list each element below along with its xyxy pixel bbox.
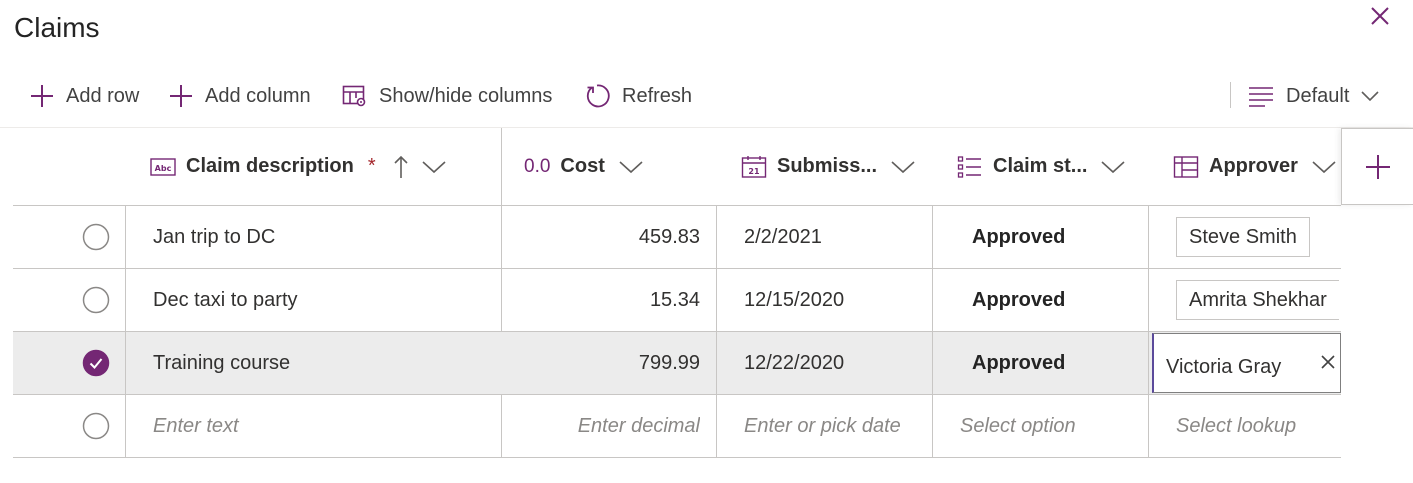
table-row[interactable]: Jan trip to DC 459.83 2/2/2021 Approved … — [13, 206, 1341, 268]
row-divider — [13, 457, 1341, 458]
approver-lookup-tag: Victoria Gray — [1166, 355, 1282, 378]
cost-cell[interactable]: 15.34 — [502, 269, 700, 331]
approver-lookup-input[interactable]: Victoria Gray — [1152, 333, 1341, 393]
add-row-label: Add row — [66, 84, 140, 107]
column-header-approver[interactable]: Approver — [1173, 128, 1336, 205]
column-label: Cost — [560, 155, 605, 177]
show-hide-columns-button[interactable]: Show/hide columns — [342, 80, 552, 112]
status-select[interactable]: Select option — [960, 395, 1160, 457]
description-cell[interactable]: Dec taxi to party — [153, 269, 493, 331]
chevron-down-icon[interactable] — [1101, 160, 1126, 174]
date-input[interactable]: Enter or pick date — [744, 395, 944, 457]
required-indicator: * — [367, 155, 376, 177]
submission-date-cell[interactable]: 12/22/2020 — [744, 332, 934, 394]
column-header-cost[interactable]: 0.0 Cost — [524, 128, 643, 205]
approver-lookup-tag[interactable]: Steve Smith — [1176, 217, 1310, 257]
column-header-submission-date[interactable]: 21 Submiss... — [741, 128, 915, 205]
description-cell[interactable]: Training course — [153, 332, 493, 394]
add-column-button[interactable]: Add column — [169, 80, 311, 112]
chevron-down-icon[interactable] — [422, 160, 446, 174]
status-cell[interactable]: Approved — [972, 269, 1162, 331]
row-select-radio[interactable] — [82, 223, 110, 251]
add-row-button[interactable]: Add row — [30, 80, 139, 112]
status-cell[interactable]: Approved — [972, 206, 1162, 268]
add-column-label: Add column — [205, 84, 311, 107]
column-divider — [716, 206, 717, 457]
plus-icon — [1365, 154, 1390, 179]
cost-cell[interactable]: 799.99 — [502, 332, 700, 394]
new-row[interactable]: Enter text Enter decimal Enter or pick d… — [13, 395, 1341, 457]
plus-icon — [31, 85, 53, 107]
cost-cell[interactable]: 459.83 — [502, 206, 700, 268]
table-row[interactable]: Dec taxi to party 15.34 12/15/2020 Appro… — [13, 269, 1341, 331]
chevron-down-icon[interactable] — [1312, 160, 1336, 174]
table-settings-icon — [342, 85, 366, 107]
approver-cell-editing[interactable]: Victoria Gray — [1152, 332, 1341, 394]
chevron-down-icon — [1361, 91, 1379, 102]
status-cell[interactable]: Approved — [972, 332, 1162, 394]
sort-ascending-icon[interactable] — [394, 155, 408, 179]
lookup-icon — [1173, 155, 1199, 178]
command-bar: Add row Add column Show/hide columns Ref… — [0, 70, 1413, 128]
column-divider — [125, 206, 126, 457]
description-cell[interactable]: Jan trip to DC — [153, 206, 493, 268]
approver-cell[interactable]: Steve Smith — [1176, 206, 1341, 268]
text-field-icon: Abc — [150, 157, 176, 176]
chevron-down-icon[interactable] — [619, 160, 643, 174]
cost-input[interactable]: Enter decimal — [502, 395, 700, 457]
submission-date-cell[interactable]: 12/15/2020 — [744, 269, 934, 331]
calendar-day-text: 21 — [748, 167, 760, 176]
column-divider — [932, 206, 933, 457]
choice-list-icon — [957, 155, 981, 178]
approver-lookup-select[interactable]: Select lookup — [1176, 395, 1341, 457]
approver-cell[interactable]: Amrita Shekhar — [1176, 269, 1341, 331]
claims-grid: Abc Claim description * 0.0 Cost 21 Subm… — [0, 128, 1413, 483]
description-input[interactable]: Enter text — [153, 395, 493, 457]
plus-icon — [170, 85, 192, 107]
view-selector[interactable]: Default — [1248, 80, 1379, 112]
column-header-claim-status[interactable]: Claim st... — [957, 128, 1126, 205]
lines-icon — [1249, 87, 1273, 107]
row-select-radio[interactable] — [82, 412, 110, 440]
column-divider — [1148, 206, 1149, 457]
submission-date-cell[interactable]: 2/2/2021 — [744, 206, 934, 268]
row-selected-check-icon[interactable] — [82, 349, 110, 377]
column-label: Submiss... — [777, 155, 878, 177]
column-label: Approver — [1209, 155, 1298, 177]
column-header-claim-description[interactable]: Abc Claim description * — [150, 128, 446, 205]
row-select-radio[interactable] — [82, 286, 110, 314]
chevron-down-icon[interactable] — [891, 160, 915, 174]
approver-lookup-tag[interactable]: Amrita Shekhar — [1176, 280, 1339, 320]
view-label: Default — [1286, 84, 1350, 107]
close-icon[interactable] — [1366, 2, 1394, 30]
svg-text:Abc: Abc — [155, 164, 172, 173]
decimal-icon: 0.0 — [524, 155, 551, 177]
remove-tag-icon[interactable] — [1320, 354, 1336, 370]
refresh-button[interactable]: Refresh — [584, 80, 692, 112]
toolbar-divider — [1230, 82, 1231, 108]
panel-title: Claims — [14, 12, 100, 43]
table-row-selected[interactable]: Training course 799.99 12/22/2020 Approv… — [13, 332, 1341, 394]
calendar-icon: 21 — [741, 155, 767, 178]
refresh-label: Refresh — [622, 84, 693, 107]
add-column-header-button[interactable] — [1341, 128, 1413, 205]
refresh-icon — [586, 84, 610, 108]
show-hide-columns-label: Show/hide columns — [379, 84, 553, 107]
column-label: Claim st... — [993, 155, 1088, 177]
column-label: Claim description — [186, 155, 354, 177]
